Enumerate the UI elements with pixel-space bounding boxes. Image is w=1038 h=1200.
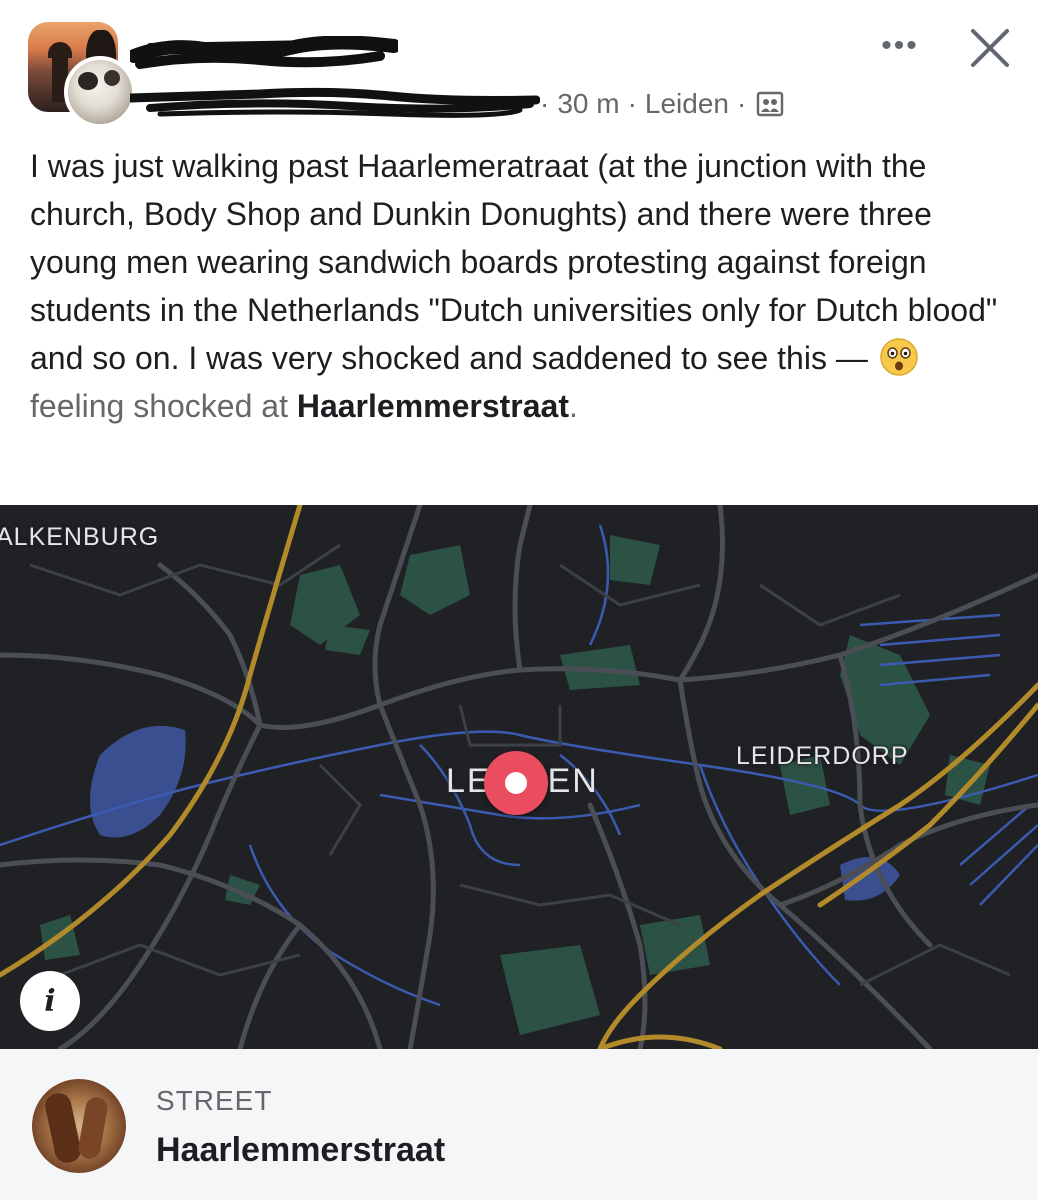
location-pin-icon[interactable] — [484, 751, 548, 815]
map-label-west-town: ALKENBURG — [0, 523, 160, 551]
redacted-shared-by — [130, 87, 540, 118]
map-label-city-right: EN — [547, 762, 599, 800]
more-options-button[interactable]: ••• — [872, 26, 928, 66]
meta-separator: · — [627, 88, 637, 119]
post-location[interactable]: Leiden — [645, 88, 729, 120]
public-globe-icon[interactable] — [756, 90, 784, 118]
place-thumbnail — [32, 1079, 126, 1173]
close-icon — [971, 29, 1009, 67]
post-meta: · 30 m · Leiden · — [540, 84, 784, 124]
avatar-patch — [78, 72, 98, 90]
post-time[interactable]: 30 m — [557, 88, 619, 120]
user-avatar[interactable] — [64, 56, 136, 128]
post-text: I was just walking past Haarlemeratraat … — [30, 148, 998, 376]
trailing-period: . — [569, 388, 578, 424]
pin-center — [505, 772, 527, 794]
info-icon: i — [44, 983, 56, 1019]
post-body: I was just walking past Haarlemeratraat … — [30, 142, 1010, 430]
avatar-patch — [104, 70, 120, 86]
feeling-prefix: feeling — [30, 388, 125, 424]
place-card[interactable]: STREET Haarlemmerstraat — [0, 1049, 1038, 1200]
map-info-button[interactable]: i — [20, 971, 80, 1031]
place-name[interactable]: Haarlemmerstraat — [156, 1131, 445, 1170]
redacted-author-name — [130, 36, 398, 69]
thumb-shape — [76, 1095, 110, 1161]
meta-separator: · — [540, 88, 550, 119]
close-button[interactable] — [962, 22, 1018, 74]
more-icon: ••• — [881, 29, 919, 62]
feeling-word: shocked at — [133, 388, 288, 424]
place-type: STREET — [156, 1085, 273, 1116]
place-link[interactable]: Haarlemmerstraat — [297, 388, 569, 424]
meta-separator: · — [737, 88, 747, 119]
thumb-shape — [43, 1091, 83, 1165]
location-map[interactable]: ALKENBURG LEIDERDORP LE EN i — [0, 505, 1038, 1049]
map-label-east-town: LEIDERDORP — [736, 742, 909, 770]
post-header: · 30 m · Leiden · ••• — [0, 0, 1038, 140]
shocked-face-emoji — [879, 338, 918, 376]
